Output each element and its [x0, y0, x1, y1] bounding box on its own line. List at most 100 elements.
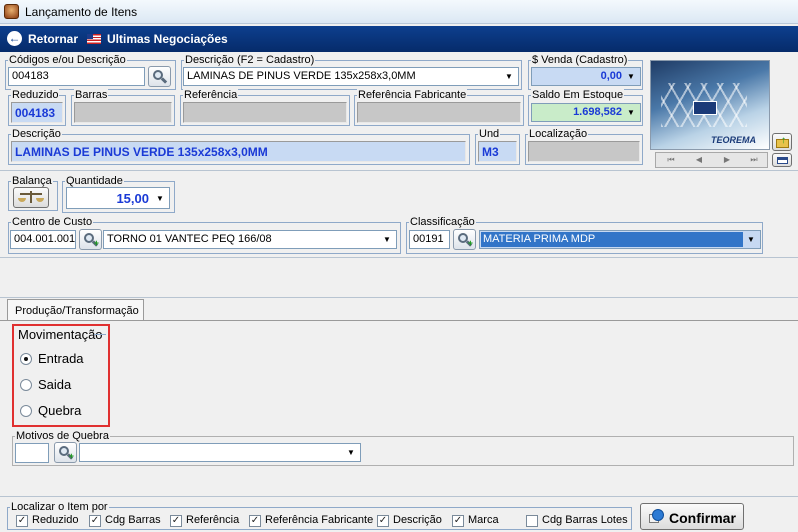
centro-custo-value: TORNO 01 VANTEC PEQ 166/08: [107, 233, 272, 245]
last-record-button[interactable]: ⏭: [742, 154, 766, 166]
und-field: M3: [478, 141, 517, 162]
classificacao-value: MATERIA PRIMA MDP: [481, 232, 743, 247]
history-button[interactable]: Ultimas Negociações: [107, 32, 228, 46]
descricao-cadastro-combo[interactable]: LAMINAS DE PINUS VERDE 135x258x3,0MM ▼: [183, 67, 519, 86]
motivos-combo[interactable]: ▼: [79, 443, 361, 462]
next-record-button[interactable]: ▶: [714, 154, 740, 166]
back-button[interactable]: Retornar: [28, 32, 78, 46]
entrada-radio[interactable]: [20, 353, 32, 365]
descricao-cadastro-label: Descrição (F2 = Cadastro): [184, 54, 316, 66]
chevron-down-icon[interactable]: ▼: [624, 105, 638, 120]
marca-checkbox[interactable]: ✓: [452, 515, 464, 527]
reduzido-label: Reduzido: [11, 89, 60, 101]
referencia-option-label: Referência: [186, 514, 240, 526]
flag-icon: [87, 34, 101, 44]
window-button[interactable]: [772, 153, 792, 167]
chevron-down-icon[interactable]: ▼: [624, 69, 638, 84]
descricao-value: LAMINAS DE PINUS VERDE 135x258x3,0MM: [15, 145, 268, 159]
descricao-option-label: Descrição: [393, 514, 442, 526]
toolbar: ← Retornar Ultimas Negociações: [0, 26, 798, 52]
quebra-radio[interactable]: [20, 405, 32, 417]
prev-record-button[interactable]: ◀: [686, 154, 712, 166]
tab-baseline: [0, 320, 798, 321]
movimentacao-highlight: Movimentação Entrada Saida Quebra: [12, 324, 110, 427]
barras-field: [74, 102, 172, 123]
codigos-label: Códigos e/ou Descrição: [8, 54, 127, 66]
arrow-up-icon: ↑: [781, 135, 786, 146]
back-arrow-icon[interactable]: ←: [7, 31, 22, 46]
cdg-barras-lotes-option-label: Cdg Barras Lotes: [542, 514, 628, 526]
chevron-down-icon[interactable]: ▼: [344, 445, 358, 460]
venda-label: $ Venda (Cadastro): [531, 54, 629, 66]
balanca-button[interactable]: [13, 187, 49, 208]
record-navigator: ⏮ ◀ ▶ ⏭: [655, 152, 768, 168]
entrada-label: Entrada: [38, 351, 84, 366]
quantidade-input[interactable]: 15,00 ▼: [66, 187, 170, 209]
quantidade-label: Quantidade: [65, 175, 124, 187]
classificacao-label: Classificação: [409, 216, 476, 228]
referencia-label: Referência: [183, 89, 239, 101]
classificacao-combo[interactable]: MATERIA PRIMA MDP ▼: [479, 230, 761, 249]
highlight-hexagon: [693, 101, 717, 115]
section-divider: [0, 257, 798, 258]
classificacao-lookup-button[interactable]: +: [453, 229, 476, 250]
window-icon: [777, 157, 788, 164]
localizacao-label: Localização: [528, 128, 589, 140]
chevron-down-icon[interactable]: ▼: [380, 232, 394, 247]
centro-custo-code-input[interactable]: 004.001.001: [10, 230, 76, 249]
reduzido-value: 004183: [15, 106, 56, 120]
referencia-fabricante-field: [357, 102, 521, 123]
section-divider: [0, 170, 798, 171]
descricao-field: LAMINAS DE PINUS VERDE 135x258x3,0MM: [11, 141, 466, 162]
saldo-value: 1.698,582: [573, 106, 622, 118]
reduzido-field: 004183: [11, 102, 63, 123]
barras-label: Barras: [74, 89, 109, 101]
reduzido-option-label: Reduzido: [32, 514, 79, 526]
product-image: TEOREMA: [650, 60, 770, 150]
referencia-fabricante-option-label: Referência Fabricante: [265, 514, 374, 526]
cdg-barras-checkbox[interactable]: ✓: [89, 515, 101, 527]
confirmar-button[interactable]: Confirmar: [640, 503, 744, 530]
und-label: Und: [478, 128, 501, 140]
motivos-lookup-button[interactable]: +: [54, 442, 77, 463]
window-title: Lançamento de Itens: [25, 5, 138, 19]
descricao-cadastro-value: LAMINAS DE PINUS VERDE 135x258x3,0MM: [187, 70, 416, 82]
descricao-checkbox[interactable]: ✓: [377, 515, 389, 527]
localizar-label: Localizar o Item por: [10, 501, 109, 513]
window-titlebar: Lançamento de Itens: [0, 0, 798, 24]
teorema-logo: TEOREMA: [711, 135, 756, 145]
confirmar-label: Confirmar: [669, 510, 736, 526]
venda-combo[interactable]: 0,00 ▼: [531, 67, 641, 86]
saida-radio[interactable]: [20, 379, 32, 391]
referencia-fabricante-checkbox[interactable]: ✓: [249, 515, 261, 527]
open-folder-button[interactable]: ↑: [772, 133, 792, 151]
saida-label: Saida: [38, 377, 72, 392]
chevron-down-icon[interactable]: ▼: [502, 69, 516, 84]
confirm-icon: [648, 509, 664, 524]
first-record-button[interactable]: ⏮: [658, 154, 684, 166]
quantidade-value: 15,00: [116, 191, 149, 206]
reduzido-checkbox[interactable]: ✓: [16, 515, 28, 527]
referencia-fabricante-label: Referência Fabricante: [357, 89, 468, 101]
saldo-combo[interactable]: 1.698,582 ▼: [531, 103, 641, 122]
movimentacao-label: Movimentação: [18, 327, 103, 342]
centro-custo-lookup-button[interactable]: +: [79, 229, 102, 250]
saldo-label: Saldo Em Estoque: [531, 89, 625, 101]
section-divider: [0, 496, 798, 497]
codigos-input[interactable]: 004183: [8, 67, 145, 86]
descricao-label: Descrição: [11, 128, 62, 140]
marca-option-label: Marca: [468, 514, 499, 526]
venda-value: 0,00: [600, 70, 622, 82]
chevron-down-icon[interactable]: ▼: [744, 232, 758, 247]
cdg-barras-lotes-checkbox[interactable]: [526, 515, 538, 527]
centro-custo-label: Centro de Custo: [11, 216, 94, 228]
balanca-label: Balança: [11, 175, 53, 187]
tab-producao[interactable]: Produção/Transformação: [7, 299, 144, 321]
classificacao-code-input[interactable]: 00191: [409, 230, 450, 249]
codigos-lookup-button[interactable]: [148, 66, 171, 87]
centro-custo-combo[interactable]: TORNO 01 VANTEC PEQ 166/08 ▼: [103, 230, 397, 249]
referencia-checkbox[interactable]: ✓: [170, 515, 182, 527]
motivos-code-input[interactable]: [15, 443, 49, 463]
cdg-barras-option-label: Cdg Barras: [105, 514, 161, 526]
chevron-down-icon[interactable]: ▼: [153, 191, 167, 206]
